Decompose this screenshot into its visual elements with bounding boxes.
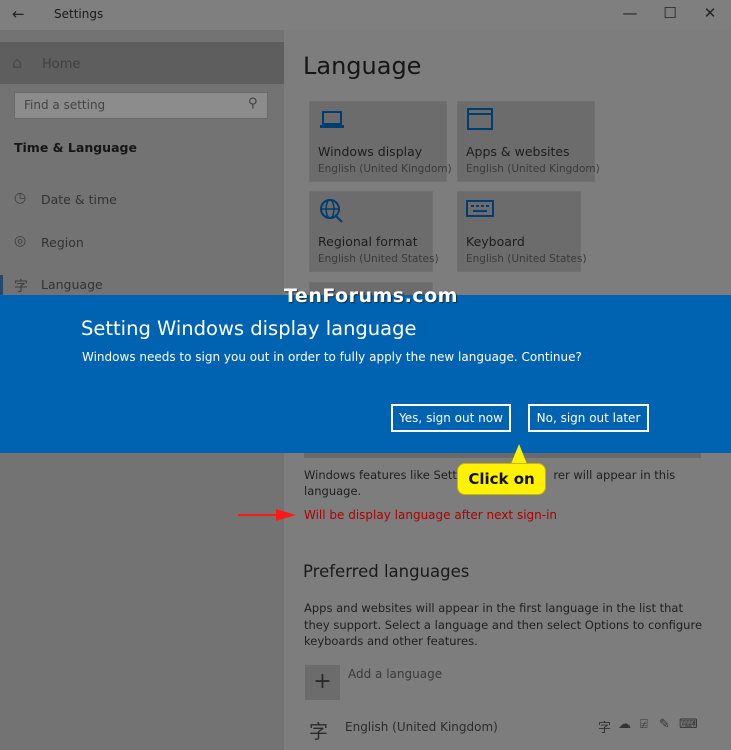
tile-sub: English (United States)	[318, 253, 439, 265]
language-glyph-icon: 字	[309, 721, 329, 743]
clock-calendar-icon: ◷	[14, 190, 27, 206]
microphone-icon: ⍯	[640, 717, 648, 732]
home-icon: ⌂	[12, 53, 23, 72]
search-placeholder: Find a setting	[24, 98, 106, 112]
sidebar-item-language[interactable]: Language	[41, 277, 103, 292]
sidebar-item-region[interactable]: Region	[41, 235, 84, 250]
globe-icon: ◎	[14, 233, 27, 249]
section-title: Time & Language	[14, 140, 137, 155]
minimize-button[interactable]: —	[618, 4, 642, 22]
active-indicator	[0, 275, 3, 295]
speech-icon: ☁	[618, 717, 631, 732]
click-on-callout: Click on	[457, 463, 546, 495]
dialog-message: Windows needs to sign you out in order t…	[82, 350, 582, 364]
tile-sub: English (United Kingdom)	[466, 163, 600, 175]
callout-pointer	[511, 444, 527, 464]
red-arrow-icon	[238, 514, 278, 516]
maximize-button[interactable]: ☐	[658, 4, 682, 22]
sign-out-now-button[interactable]: Yes, sign out now	[391, 404, 511, 432]
language-list-item[interactable]: English (United Kingdom)	[345, 720, 498, 734]
home-label: Home	[42, 57, 81, 72]
watermark: TenForums.com	[284, 285, 458, 307]
window-icon	[466, 107, 494, 136]
handwriting-icon: ✎	[659, 717, 670, 732]
dropdown-edge	[304, 453, 701, 458]
page-title: Language	[303, 52, 422, 80]
keyboard-icon	[466, 199, 494, 224]
regional-format-icon	[318, 197, 344, 228]
tile-label: Windows display	[318, 144, 423, 159]
window-title: Settings	[54, 7, 104, 21]
add-language-button[interactable]: +	[305, 665, 340, 700]
tile-label: Apps & websites	[466, 144, 570, 159]
sign-out-later-button[interactable]: No, sign out later	[528, 404, 649, 432]
sidebar-item-date-time[interactable]: Date & time	[41, 192, 117, 207]
display-language-icon: 字	[598, 721, 612, 736]
tile-label: Keyboard	[466, 234, 525, 249]
back-arrow-icon[interactable]: ←	[12, 5, 25, 23]
tile-sub: English (United States)	[466, 253, 587, 265]
status-text: Will be display language after next sign…	[304, 508, 558, 522]
keyboard-small-icon: ⌨	[679, 717, 698, 732]
add-language-label[interactable]: Add a language	[348, 667, 442, 681]
preferred-languages-heading: Preferred languages	[303, 562, 470, 581]
preferred-languages-desc: Apps and websites will appear in the fir…	[304, 601, 703, 648]
close-button[interactable]: ✕	[698, 4, 722, 22]
tile-sub: English (United Kingdom)	[318, 163, 452, 175]
language-icon: 字	[14, 279, 28, 295]
red-arrow-head-icon	[276, 509, 296, 521]
dialog-title: Setting Windows display language	[81, 317, 417, 340]
tile-label: Regional format	[318, 234, 418, 249]
search-icon[interactable]: ⚲	[248, 96, 258, 111]
laptop-icon	[319, 109, 345, 136]
